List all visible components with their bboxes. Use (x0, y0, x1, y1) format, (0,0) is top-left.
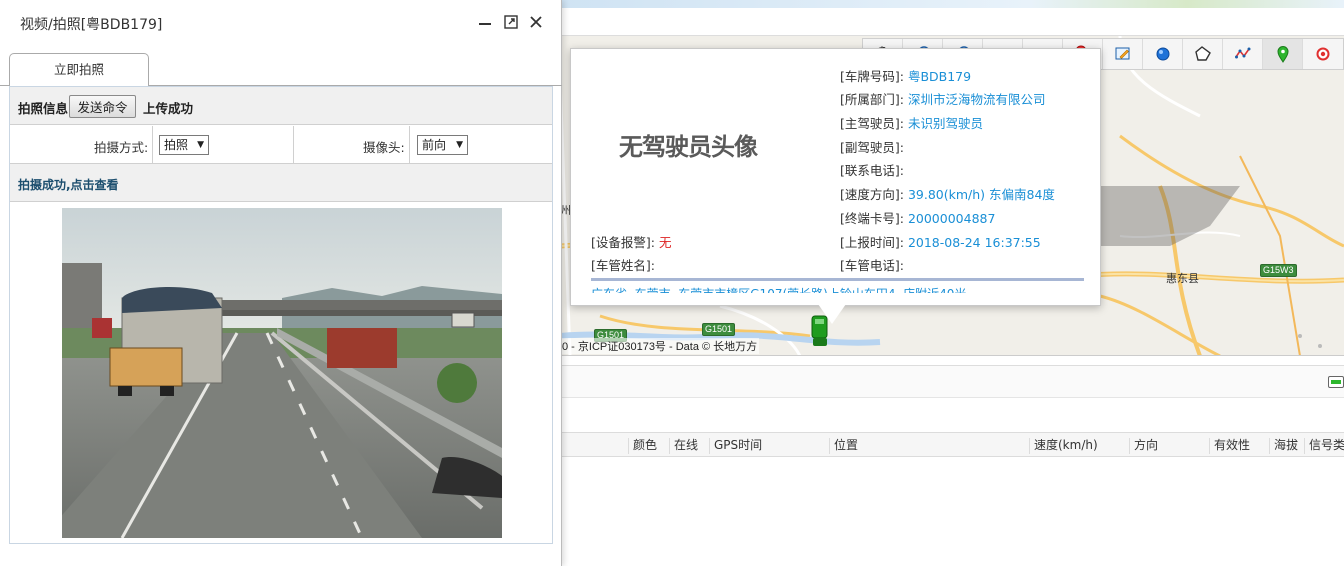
col-location[interactable]: 位置 (829, 438, 858, 454)
field-terminal-card: [终端卡号]: 20000004887 (840, 211, 996, 226)
battery-icon (1328, 376, 1344, 388)
upload-status: 上传成功 (143, 101, 194, 116)
popup-address: 广东省, 东莞市, 东莞市市樟区G107(莞长路)上铃山车田4, 店附近40米 (591, 283, 1084, 293)
form-separator (152, 126, 153, 164)
no-driver-photo: 无驾驶员头像 (619, 133, 758, 161)
field-report-time: [上报时间]: 2018-08-24 16:37:55 (840, 235, 1041, 250)
col-direction[interactable]: 方向 (1129, 438, 1158, 454)
capture-success-bar: 拍摄成功,点击查看 (10, 164, 552, 202)
col-gps-time[interactable]: GPS时间 (709, 438, 762, 454)
dialog-tab-strip: 立即拍照 (0, 46, 562, 87)
col-speed[interactable]: 速度(km/h) (1029, 438, 1098, 454)
field-co-driver: [副驾驶员]: (840, 140, 904, 155)
road-shield-g15w3: G15W3 (1260, 264, 1297, 277)
road-shield-g1501: G1501 (702, 323, 736, 336)
photo-dialog: 视频/拍照[粤BDB179] 立即拍照 拍照信息 发送命令 上传成功 拍摄方式:… (0, 0, 562, 566)
col-online[interactable]: 在线 (669, 438, 698, 454)
field-plate: [车牌号码]: 粤BDB179 (840, 69, 972, 84)
col-altitude[interactable]: 海拔 (1269, 438, 1298, 454)
captured-photo[interactable] (62, 208, 502, 538)
tab-instant-photo[interactable]: 立即拍照 (9, 53, 149, 87)
photo-info-label: 拍照信息 (18, 101, 69, 116)
dropdown-arrow-icon: ▼ (456, 140, 463, 150)
dropdown-arrow-icon: ▼ (197, 140, 204, 150)
field-device-alarm: [设备报警]: 无 (591, 235, 672, 250)
form-separator (409, 126, 410, 164)
map-copyright: 0 - 京ICP证030173号 - Data © 长地万方 (560, 338, 760, 354)
vehicle-grid-header: 颜色 在线 GPS时间 位置 速度(km/h) 方向 有效性 海拔 信号类 (560, 432, 1344, 457)
photo-panel: 拍照信息 发送命令 上传成功 拍摄方式: 拍照 ▼ 摄像头: 前向 ▼ 拍摄成功,点… (9, 86, 553, 544)
col-validity[interactable]: 有效性 (1209, 438, 1250, 454)
capture-mode-value: 拍照 (164, 138, 189, 152)
form-separator (293, 126, 294, 164)
status-row (560, 365, 1344, 398)
route-icon[interactable] (1223, 39, 1263, 69)
top-strip (560, 8, 1344, 36)
view-photo-link[interactable]: 拍摄成功,点击查看 (18, 176, 119, 193)
dashcam-image (62, 208, 502, 538)
field-manager-name: [车管姓名]: (591, 258, 655, 273)
popup-divider (591, 278, 1084, 281)
dialog-title: 视频/拍照[粤BDB179] (20, 17, 163, 33)
photo-info-bar: 拍照信息 发送命令 上传成功 (10, 87, 552, 125)
close-icon[interactable] (527, 13, 545, 31)
popup-shadow (1100, 186, 1240, 246)
camera-value: 前向 (422, 138, 447, 152)
location-pin-icon[interactable] (1263, 39, 1303, 69)
capture-settings-row: 拍摄方式: 拍照 ▼ 摄像头: 前向 ▼ (10, 126, 552, 164)
vehicle-marker-icon[interactable] (810, 314, 830, 348)
vehicle-info-popup: 无驾驶员头像 [车牌号码]: 粤BDB179 [所属部门]: 深圳市泛海物流有限… (570, 48, 1101, 306)
field-phone: [联系电话]: (840, 163, 904, 178)
record-icon[interactable] (1303, 39, 1343, 69)
camera-select[interactable]: 前向 ▼ (417, 135, 468, 155)
field-main-driver: [主驾驶员]: 未识别驾驶员 (840, 116, 983, 131)
capture-mode-label: 拍摄方式: (94, 140, 149, 155)
edit-area-icon[interactable] (1103, 39, 1143, 69)
maximize-icon[interactable] (502, 13, 520, 31)
minimize-icon[interactable] (476, 13, 494, 31)
camera-label: 摄像头: (363, 140, 405, 155)
field-speed-direction: [速度方向]: 39.80(km/h) 东偏南84度 (840, 187, 1055, 202)
col-signal[interactable]: 信号类 (1304, 438, 1344, 454)
send-command-button[interactable]: 发送命令 (69, 95, 136, 118)
col-color[interactable]: 颜色 (628, 438, 657, 454)
polygon-icon[interactable] (1183, 39, 1223, 69)
circle-icon[interactable] (1143, 39, 1183, 69)
field-manager-phone: [车管电话]: (840, 258, 904, 273)
capture-mode-select[interactable]: 拍照 ▼ (159, 135, 209, 155)
field-department: [所属部门]: 深圳市泛海物流有限公司 (840, 92, 1046, 107)
top-banner (560, 0, 1344, 8)
